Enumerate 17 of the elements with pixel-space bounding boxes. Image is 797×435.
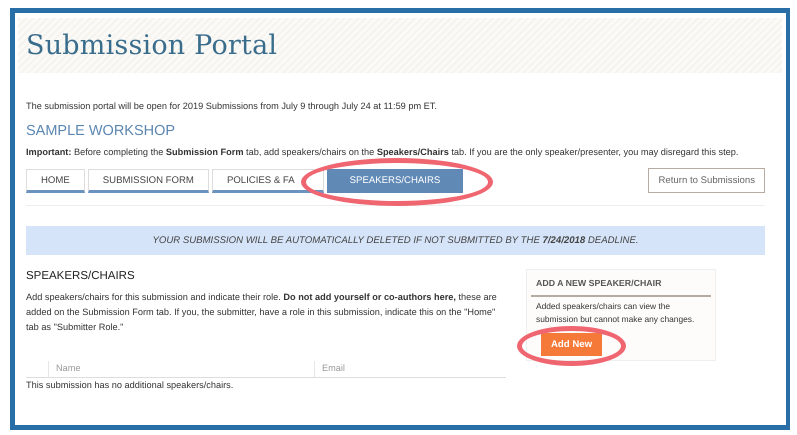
column-header: Name <box>48 361 314 377</box>
intro-text: The submission portal will be open for 2019 Submissions from July 9 through July 24 at 11:59 pm ET. <box>26 100 438 113</box>
workshop-title: SAMPLE WORKSHOP <box>26 124 176 139</box>
tab[interactable]: HOME <box>26 169 85 193</box>
tab[interactable]: POLICIES & FA <box>212 169 324 193</box>
return-button[interactable]: Return to Submissions <box>648 168 765 193</box>
deadline-notice: YOUR SUBMISSION WILL BE AUTOMATICALLY DELETED IF NOT SUBMITTED BY THE 7/24/2018 DEADLINE. <box>26 226 765 255</box>
empty-message: This submission has no additional speakers/chairs. <box>26 379 234 392</box>
section-description: Add speakers/chairs for this submission and indicate their role. Do not add yourself or co-authors here, these are added on the Submission Form tab. If you, the submitter, have a role in this submission, indicate this on the "Home" tab as "Submitter Role." <box>26 291 498 334</box>
section-title: SPEAKERS/CHAIRS <box>26 269 136 284</box>
tab[interactable]: SPEAKERS/CHAIRS <box>326 169 464 193</box>
tab[interactable]: SUBMISSION FORM <box>88 169 209 193</box>
card-text: Added speakers/chairs can view the submission but cannot make any changes. <box>535 300 696 326</box>
column-header: Email <box>314 361 506 377</box>
important-note: Important: Before completing the Submission Form tab, add speakers/chairs on the Speakers/Chairs tab. If you are the only speaker/presenter, you may disregard this step. <box>26 146 740 159</box>
portal-title: Submission Portal <box>26 30 278 61</box>
card-title: ADD A NEW SPEAKER/CHAIR <box>531 276 711 297</box>
